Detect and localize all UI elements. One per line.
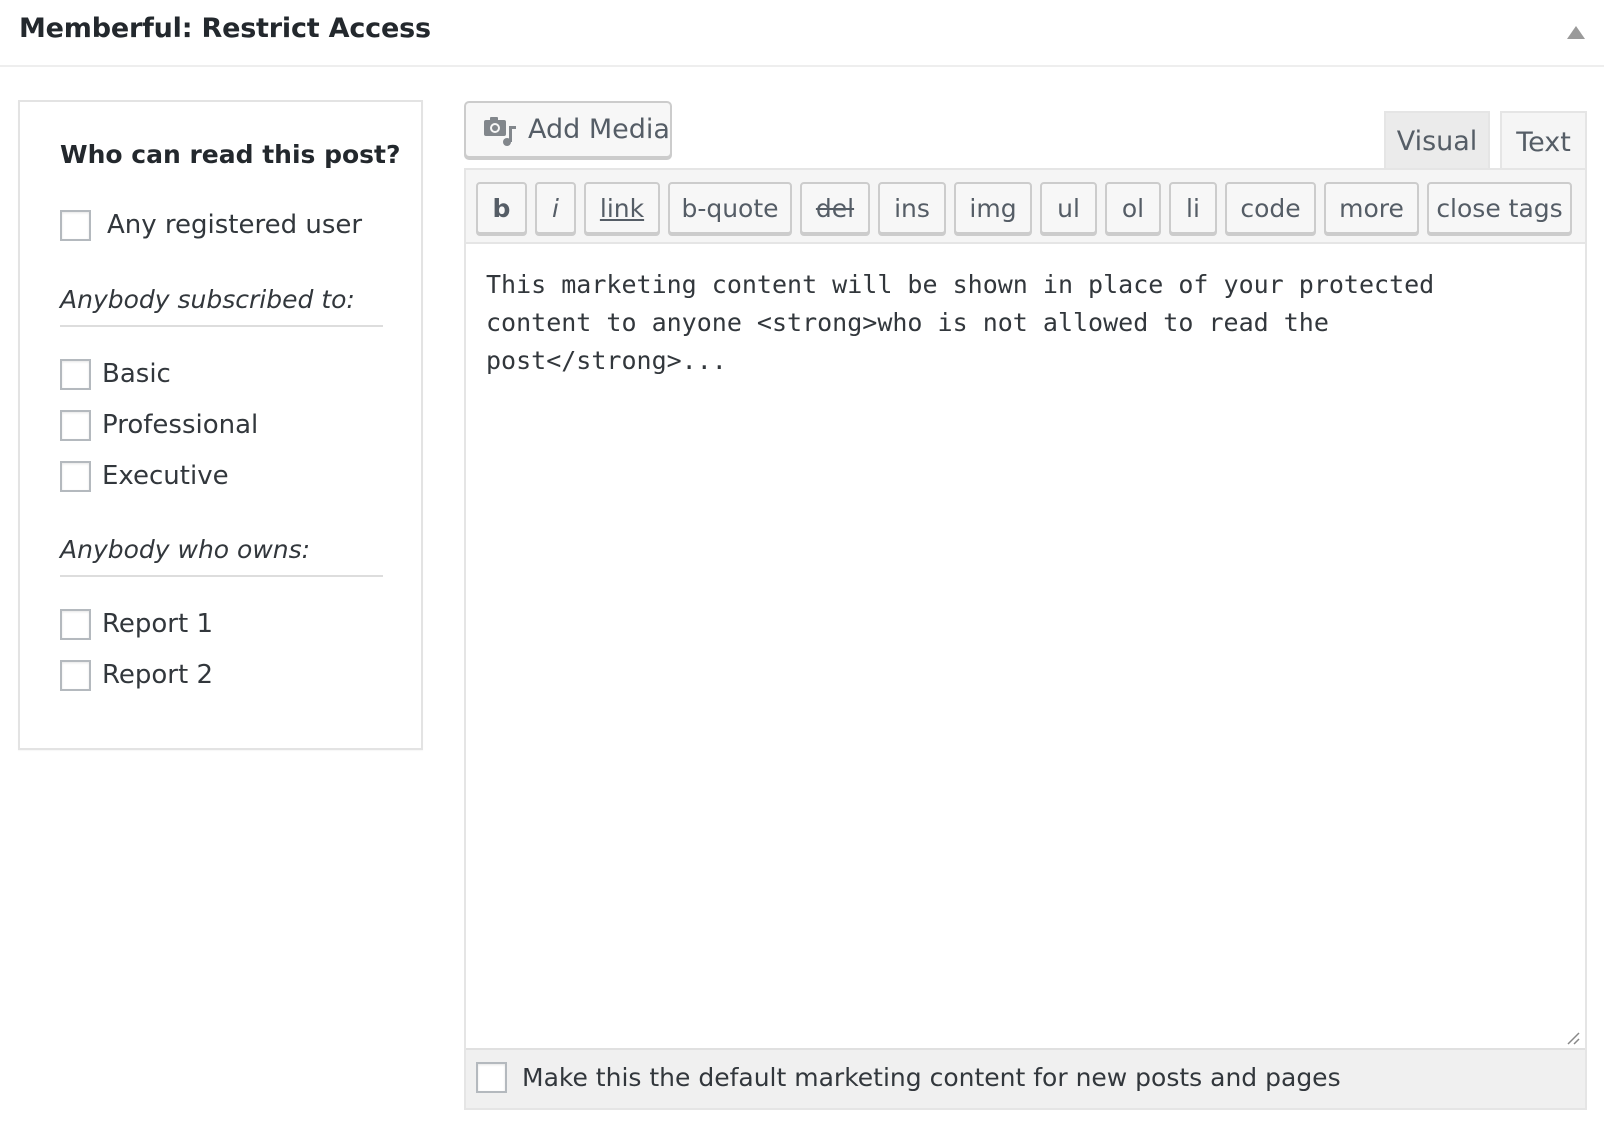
- plan-checkbox-executive[interactable]: [60, 460, 91, 492]
- plan-label-executive: Executive: [102, 461, 229, 491]
- plan-option-professional[interactable]: Professional: [60, 408, 258, 442]
- plan-label-professional: Professional: [102, 410, 259, 440]
- tab-visual[interactable]: Visual: [1384, 111, 1490, 169]
- quicktag-img-button[interactable]: img: [954, 182, 1032, 234]
- add-media-label: Add Media: [528, 114, 670, 145]
- download-label-report-2: Report 2: [102, 660, 213, 690]
- download-option-report-1[interactable]: Report 1: [60, 607, 213, 641]
- quicktag-ul-button[interactable]: ul: [1040, 182, 1097, 234]
- quicktag-link-button[interactable]: link: [584, 182, 660, 234]
- quicktag-more-button[interactable]: more: [1324, 182, 1419, 234]
- quicktags-toolbar: b i link b-quote del ins img ul ol li co…: [466, 170, 1585, 244]
- download-checkbox-report-1[interactable]: [60, 608, 91, 640]
- editor-container: b i link b-quote del ins img ul ol li co…: [464, 168, 1587, 1110]
- plan-checkbox-basic[interactable]: [60, 358, 91, 390]
- default-marketing-checkbox[interactable]: [476, 1062, 507, 1093]
- quicktag-code-button[interactable]: code: [1225, 182, 1316, 234]
- quicktag-italic-button[interactable]: i: [535, 182, 576, 234]
- any-registered-user-checkbox[interactable]: [60, 209, 91, 241]
- quicktag-close-tags-button[interactable]: close tags: [1427, 182, 1572, 234]
- plan-checkbox-professional[interactable]: [60, 409, 91, 441]
- quicktag-ins-button[interactable]: ins: [878, 182, 946, 234]
- plan-option-basic[interactable]: Basic: [60, 357, 171, 391]
- quicktag-del-button[interactable]: del: [800, 182, 870, 234]
- subscribed-heading: Anybody subscribed to:: [60, 285, 383, 327]
- access-panel: Who can read this post? Any registered u…: [18, 100, 423, 750]
- quicktag-bold-button[interactable]: b: [476, 182, 527, 234]
- download-label-report-1: Report 1: [102, 609, 213, 639]
- metabox-header: Memberful: Restrict Access: [0, 0, 1604, 67]
- metabox-title: Memberful: Restrict Access: [19, 13, 431, 44]
- content-textarea[interactable]: This marketing content will be shown in …: [466, 246, 1585, 1048]
- add-media-button[interactable]: Add Media: [464, 101, 672, 158]
- owns-heading: Anybody who owns:: [60, 535, 383, 577]
- plan-label-basic: Basic: [102, 359, 171, 389]
- media-camera-music-icon: [482, 112, 518, 148]
- default-marketing-label: Make this the default marketing content …: [522, 1063, 1341, 1092]
- resize-handle-icon[interactable]: [1566, 1030, 1580, 1045]
- any-registered-user-label: Any registered user: [107, 210, 363, 240]
- download-checkbox-report-2[interactable]: [60, 659, 91, 691]
- quicktag-li-button[interactable]: li: [1169, 182, 1217, 234]
- download-option-report-2[interactable]: Report 2: [60, 658, 213, 692]
- tab-text[interactable]: Text: [1500, 111, 1587, 171]
- any-registered-user-option[interactable]: Any registered user: [60, 208, 362, 242]
- default-marketing-option[interactable]: Make this the default marketing content …: [476, 1062, 1341, 1093]
- access-heading: Who can read this post?: [60, 140, 401, 169]
- collapse-arrow-icon[interactable]: [1567, 26, 1585, 39]
- editor-footer: Make this the default marketing content …: [466, 1048, 1585, 1108]
- memberful-metabox: Memberful: Restrict Access Who can read …: [0, 0, 1604, 1124]
- plan-option-executive[interactable]: Executive: [60, 459, 229, 493]
- quicktag-ol-button[interactable]: ol: [1105, 182, 1161, 234]
- quicktag-bquote-button[interactable]: b-quote: [668, 182, 792, 234]
